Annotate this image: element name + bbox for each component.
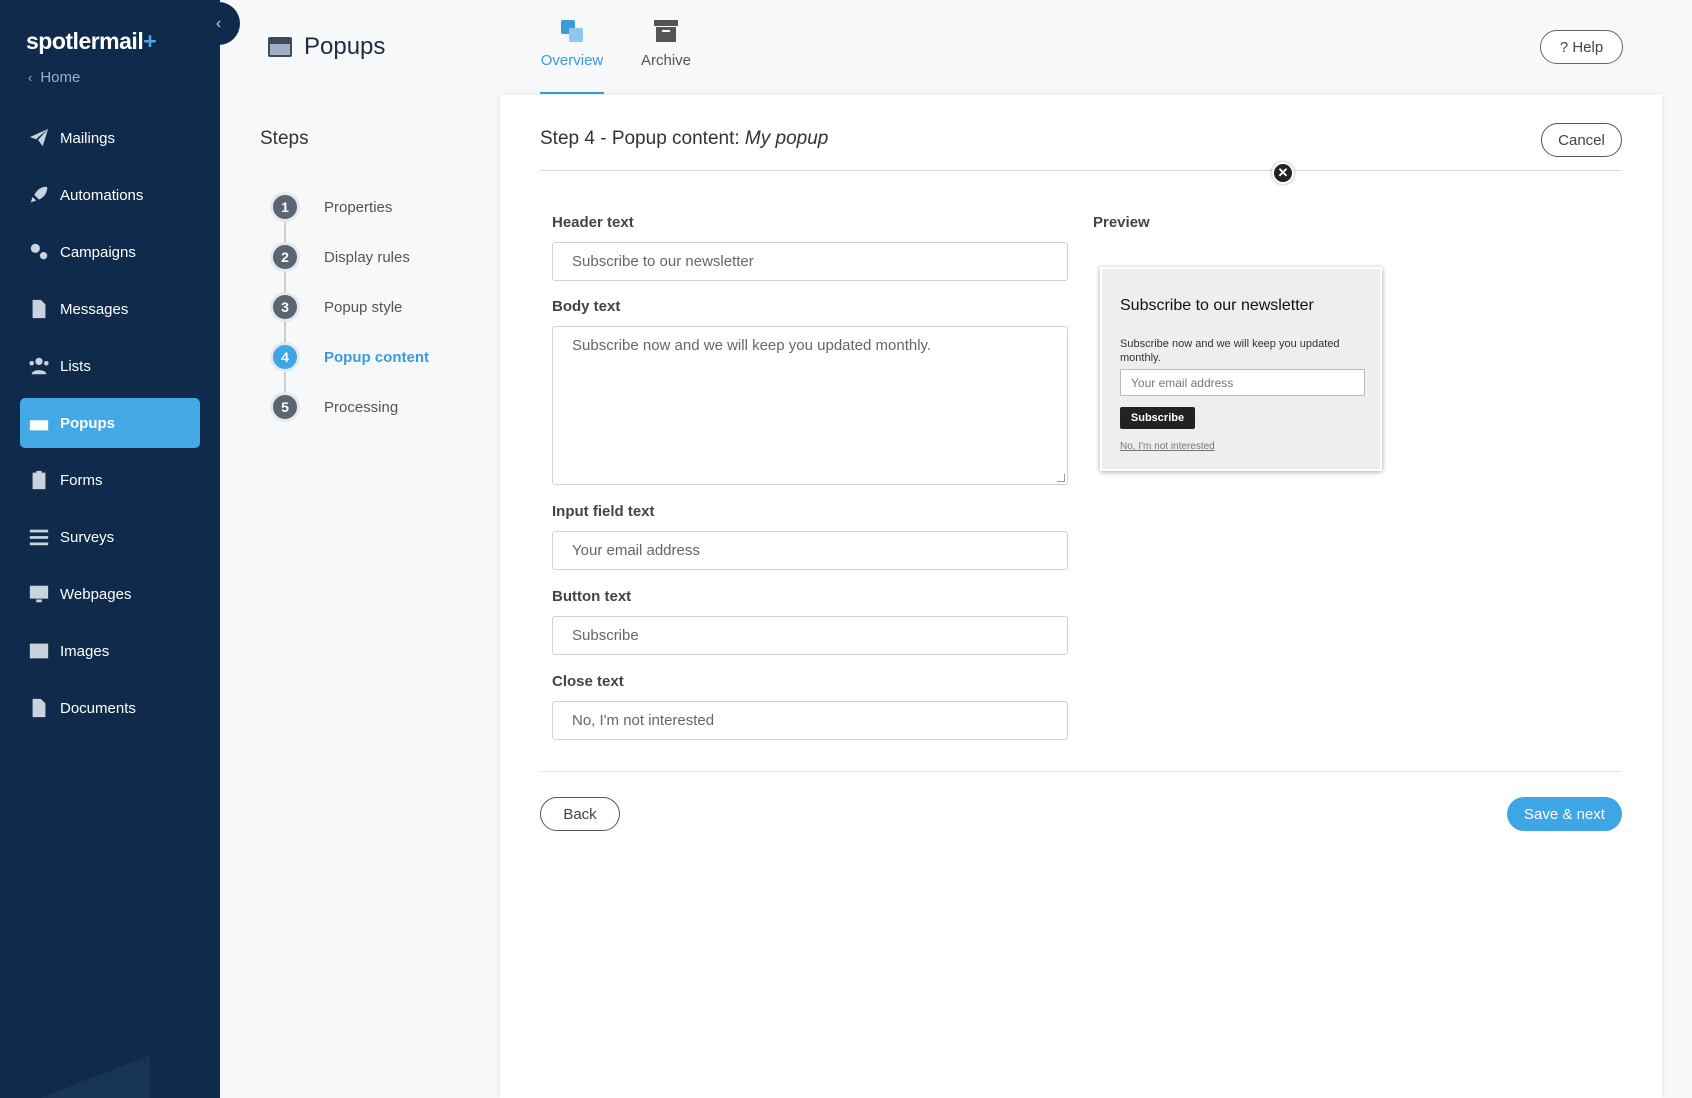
chevron-left-icon: ‹ — [28, 70, 33, 85]
rocket-icon — [28, 184, 50, 206]
step-popup-style[interactable]: 3 Popup style — [270, 282, 429, 332]
steps-title: Steps — [260, 128, 309, 149]
sidebar-item-automations[interactable]: Automations — [20, 170, 200, 220]
document-icon — [28, 697, 50, 719]
button-text-label: Button text — [552, 588, 632, 605]
sidebar-item-images[interactable]: Images — [20, 626, 200, 676]
image-icon — [28, 640, 50, 662]
button-text-input[interactable]: Subscribe — [552, 616, 1068, 655]
page-title: Popups — [304, 33, 386, 60]
tab-archive[interactable]: Archive — [634, 18, 698, 94]
tab-overview[interactable]: Overview — [540, 18, 604, 94]
step-number: 1 — [270, 192, 300, 222]
collapse-sidebar-button[interactable]: ‹ — [197, 2, 240, 45]
step-number: 2 — [270, 242, 300, 272]
home-link[interactable]: ‹ Home — [28, 69, 80, 86]
preview-subscribe-button: Subscribe — [1120, 407, 1195, 429]
step-properties[interactable]: 1 Properties — [270, 182, 429, 232]
divider — [540, 771, 1622, 772]
step-number: 3 — [270, 292, 300, 322]
body-text-label: Body text — [552, 298, 621, 315]
sidebar-item-mailings[interactable]: Mailings — [20, 113, 200, 163]
paper-plane-icon — [28, 127, 50, 149]
sidebar-decoration — [40, 1055, 150, 1098]
cancel-button[interactable]: Cancel — [1541, 123, 1622, 157]
archive-icon — [654, 20, 678, 42]
popup-preview: Subscribe to our newsletter Subscribe no… — [1100, 267, 1382, 471]
file-icon — [28, 298, 50, 320]
step-popup-content[interactable]: 4 Popup content — [270, 332, 429, 382]
preview-body: Subscribe now and we will keep you updat… — [1120, 338, 1340, 364]
sidebar-item-popups[interactable]: Popups — [20, 398, 200, 448]
sidebar-item-documents[interactable]: Documents — [20, 683, 200, 733]
resize-handle[interactable] — [1057, 474, 1065, 482]
gears-icon — [28, 241, 50, 263]
input-field-text-input[interactable]: Your email address — [552, 531, 1068, 570]
clipboard-icon — [28, 469, 50, 491]
back-button[interactable]: Back — [540, 797, 620, 831]
sidebar-item-surveys[interactable]: Surveys — [20, 512, 200, 562]
step-label: Display rules — [324, 248, 410, 266]
sidebar-item-webpages[interactable]: Webpages — [20, 569, 200, 619]
body-text-input[interactable]: Subscribe now and we will keep you updat… — [552, 326, 1068, 485]
header-text-input[interactable]: Subscribe to our newsletter — [552, 242, 1068, 281]
step-label: Popup content — [324, 348, 429, 366]
sidebar-nav: Mailings Automations Campaigns Messages … — [20, 113, 200, 740]
users-icon — [28, 355, 50, 377]
header-text-label: Header text — [552, 214, 634, 231]
popup-name: My popup — [744, 128, 829, 149]
save-next-button[interactable]: Save & next — [1507, 797, 1622, 831]
close-icon: ✕ — [1272, 162, 1294, 184]
step-label: Popup style — [324, 298, 403, 316]
sidebar-item-lists[interactable]: Lists — [20, 341, 200, 391]
step-display-rules[interactable]: 2 Display rules — [270, 232, 429, 282]
preview-email-input: Your email address — [1120, 369, 1365, 396]
content-panel: Step 4 - Popup content: My popup Cancel … — [500, 95, 1662, 1098]
logo[interactable]: spotlermail+ — [26, 28, 157, 55]
steps-list: 1 Properties 2 Display rules 3 Popup sty… — [270, 182, 429, 432]
step-number: 4 — [270, 342, 300, 372]
panel-title: Step 4 - Popup content: My popup — [540, 128, 829, 149]
page-header: Popups — [268, 33, 385, 61]
divider — [540, 170, 1622, 171]
overview-icon — [561, 20, 583, 42]
preview-title: Subscribe to our newsletter — [1120, 297, 1314, 314]
step-label: Properties — [324, 198, 393, 216]
window-icon — [28, 412, 50, 434]
help-button[interactable]: ? Help — [1540, 30, 1623, 64]
sidebar: spotlermail+ ‹ Home Mailings Automations … — [0, 0, 220, 1098]
sidebar-item-messages[interactable]: Messages — [20, 284, 200, 334]
sidebar-item-forms[interactable]: Forms — [20, 455, 200, 505]
close-text-label: Close text — [552, 673, 624, 690]
step-processing[interactable]: 5 Processing — [270, 382, 429, 432]
preview-close-link: No, I'm not interested — [1120, 441, 1215, 452]
preview-label: Preview — [1093, 214, 1150, 231]
input-field-text-label: Input field text — [552, 503, 655, 520]
window-icon — [268, 37, 292, 57]
step-number: 5 — [270, 392, 300, 422]
sidebar-item-campaigns[interactable]: Campaigns — [20, 227, 200, 277]
close-text-input[interactable]: No, I'm not interested — [552, 701, 1068, 740]
sliders-icon — [28, 526, 50, 548]
tabs: Overview Archive — [540, 18, 728, 94]
step-label: Processing — [324, 398, 399, 416]
monitor-icon — [28, 583, 50, 605]
